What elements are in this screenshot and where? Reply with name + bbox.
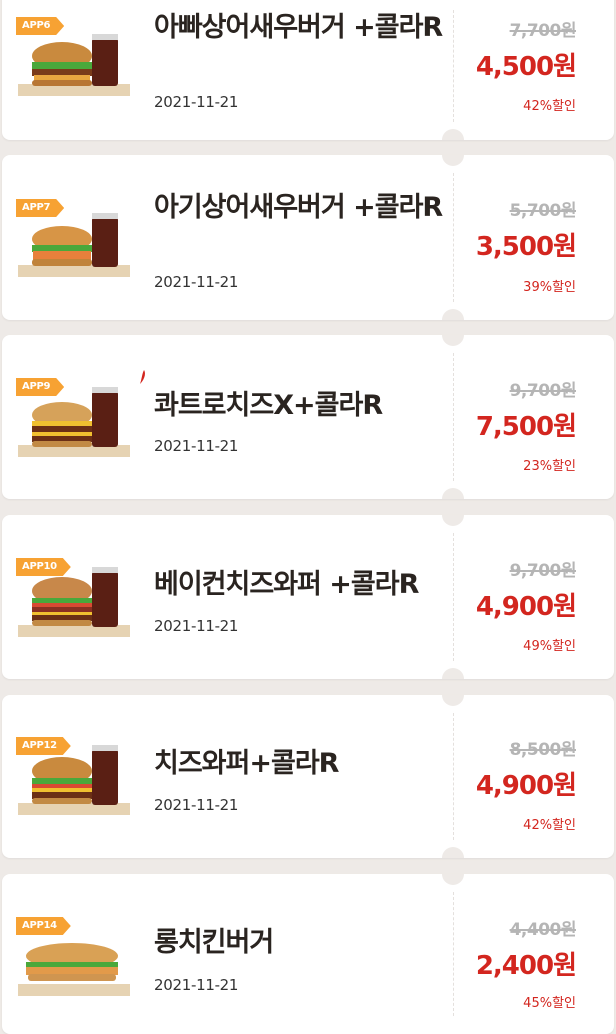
ticket-notch	[442, 155, 464, 166]
discount-rate: 42%할인	[523, 818, 576, 833]
burger-combo-icon	[18, 213, 130, 277]
coupon-name: 롱치킨버거	[154, 927, 274, 958]
coupon-name: 베이컨치즈와퍼 +콜라R	[154, 569, 419, 600]
ticket-notch	[442, 874, 464, 885]
ticket-notch	[442, 309, 464, 320]
ticket-notch	[442, 335, 464, 346]
discount-rate: 39%할인	[523, 280, 576, 295]
burger-combo-icon	[18, 567, 130, 637]
coupon-card[interactable]: APP10 베이컨치즈와퍼 +콜라R 2021-11-21 9,700원 4,9…	[2, 515, 614, 679]
ticket-divider	[453, 353, 454, 481]
sale-price: 4,900원	[475, 592, 577, 622]
sale-price: 3,500원	[475, 232, 577, 262]
coupon-date: 2021-11-21	[154, 796, 239, 814]
ticket-notch	[442, 847, 464, 858]
coupon-date: 2021-11-21	[154, 437, 239, 455]
coupon-date: 2021-11-21	[154, 976, 239, 994]
discount-rate: 23%할인	[523, 459, 576, 474]
sale-price: 7,500원	[475, 412, 577, 442]
original-price: 4,400원	[509, 920, 577, 940]
sale-price: 4,500원	[475, 52, 577, 82]
coupon-name: 아기상어새우버거 +콜라R	[154, 192, 443, 223]
burger-combo-icon	[18, 387, 130, 457]
sale-price: 2,400원	[475, 951, 577, 981]
ticket-notch	[442, 515, 464, 526]
ticket-divider	[453, 533, 454, 661]
long-burger-icon	[18, 943, 130, 996]
coupon-date: 2021-11-21	[154, 273, 239, 291]
coupon-card[interactable]: APP14 롱치킨버거 2021-11-21 4,400원 2,400원 45%…	[2, 874, 614, 1034]
sale-price: 4,900원	[475, 771, 577, 801]
discount-rate: 42%할인	[523, 99, 576, 114]
coupon-card[interactable]: APP6 아빠상어새우버거 +콜라R 2021-11-21 7,700원 4,5…	[2, 0, 614, 140]
original-price: 9,700원	[509, 561, 577, 581]
discount-rate: 45%할인	[523, 996, 576, 1011]
ticket-divider	[453, 713, 454, 840]
ticket-divider	[453, 10, 454, 122]
burger-combo-icon	[18, 34, 130, 96]
discount-rate: 49%할인	[523, 639, 576, 654]
coupon-name: 치즈와퍼+콜라R	[154, 748, 339, 779]
ticket-notch	[442, 668, 464, 679]
ticket-divider	[453, 173, 454, 302]
coupon-date: 2021-11-21	[154, 93, 239, 111]
chili-pepper-icon	[140, 370, 145, 384]
ticket-divider	[453, 892, 454, 1016]
ticket-notch	[442, 488, 464, 499]
coupon-name: 콰트로치즈X+콜라R	[154, 390, 383, 421]
original-price: 7,700원	[509, 21, 577, 41]
coupon-date: 2021-11-21	[154, 617, 239, 635]
coupon-card[interactable]: APP12 치즈와퍼+콜라R 2021-11-21 8,500원 4,900원 …	[2, 695, 614, 858]
coupon-name: 아빠상어새우버거 +콜라R	[154, 12, 443, 43]
burger-combo-icon	[18, 745, 130, 815]
coupon-card[interactable]: APP7 아기상어새우버거 +콜라R 2021-11-21 5,700원 3,5…	[2, 155, 614, 320]
original-price: 5,700원	[509, 201, 577, 221]
original-price: 9,700원	[509, 381, 577, 401]
original-price: 8,500원	[509, 740, 577, 760]
coupon-card[interactable]: APP9 콰트로치즈X+콜라R 2021-11-21 9,700원 7,500원…	[2, 335, 614, 499]
ticket-notch	[442, 129, 464, 140]
ticket-notch	[442, 695, 464, 706]
